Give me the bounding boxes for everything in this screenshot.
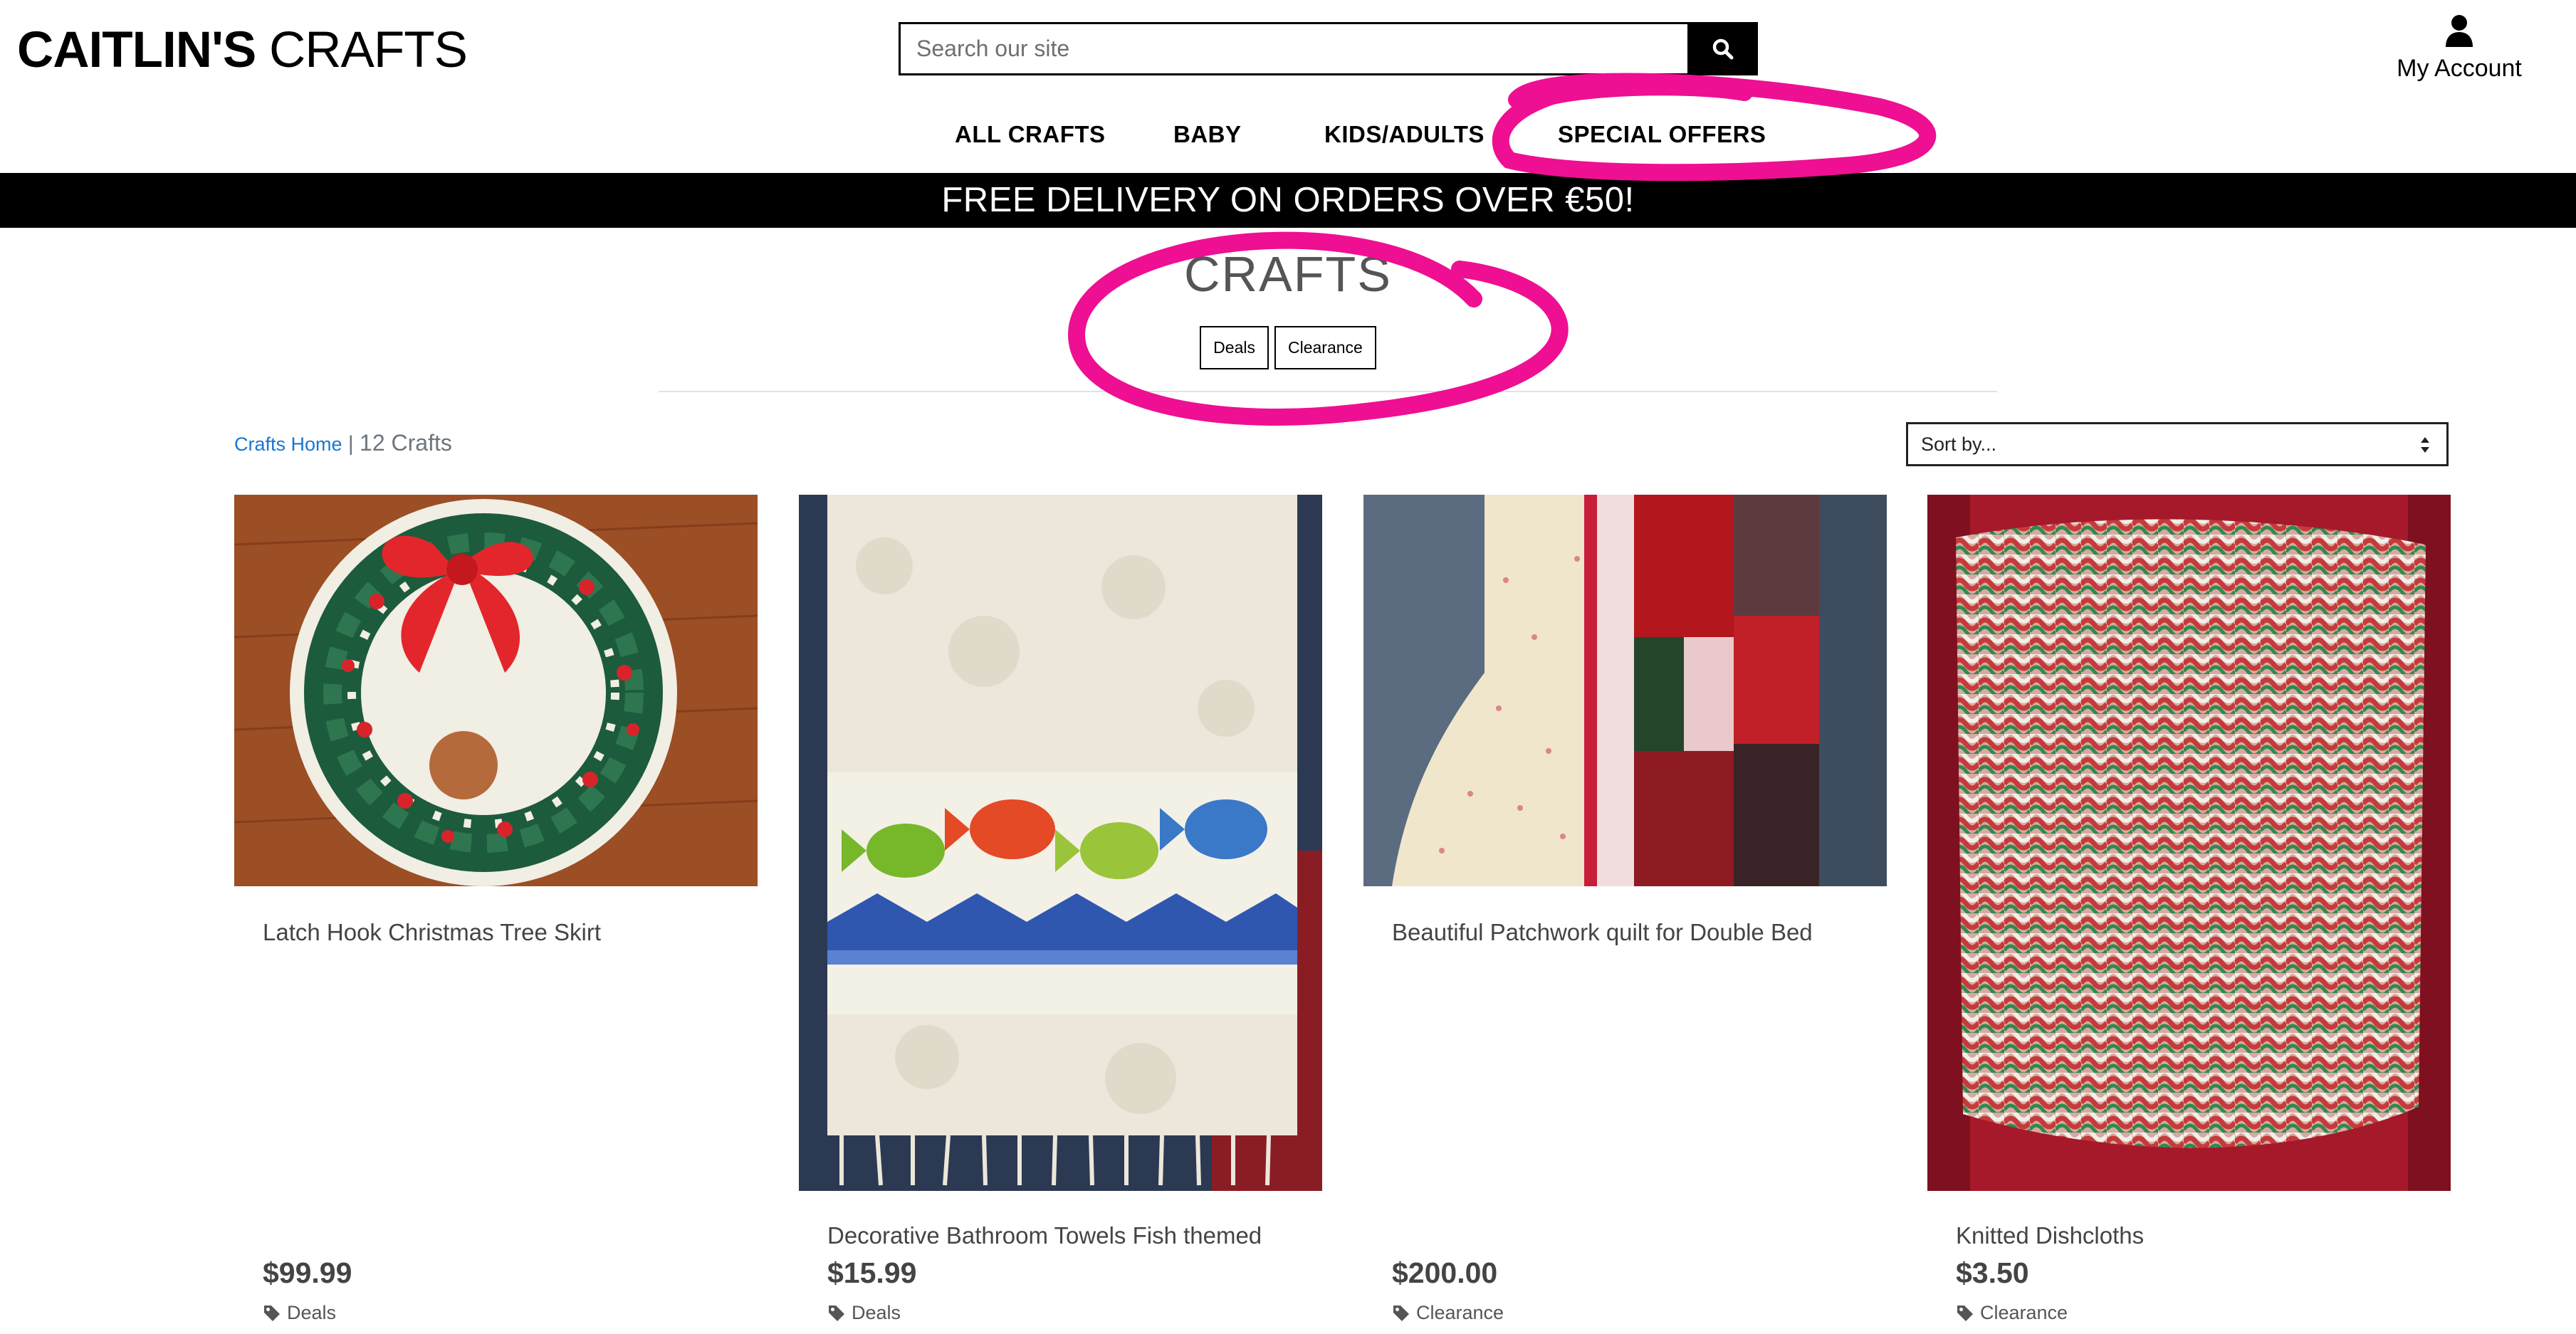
tag-icon: [829, 1305, 844, 1321]
search-button[interactable]: [1687, 22, 1758, 75]
product-card[interactable]: Decorative Bathroom Towels Fish themed $…: [799, 495, 1322, 1334]
sort-select[interactable]: Sort by...: [1906, 422, 2449, 466]
tag-icon: [1957, 1305, 1973, 1321]
nav-kids-adults[interactable]: KIDS/ADULTS: [1324, 117, 1485, 152]
logo-bold-text: CAITLIN'S: [17, 22, 256, 78]
product-image[interactable]: [1363, 495, 1887, 886]
product-tag[interactable]: Clearance: [1956, 1302, 2068, 1324]
product-image[interactable]: [234, 495, 758, 886]
product-tag[interactable]: Clearance: [1392, 1302, 1504, 1324]
product-card[interactable]: Beautiful Patchwork quilt for Double Bed…: [1363, 495, 1887, 1334]
product-tag-label: Clearance: [1416, 1302, 1504, 1323]
search-input[interactable]: [899, 22, 1687, 75]
free-delivery-banner: FREE DELIVERY ON ORDERS OVER €50!: [0, 173, 2576, 228]
product-tag-label: Deals: [287, 1302, 337, 1323]
main-nav: ALL CRAFTS BABY KIDS/ADULTS SPECIAL OFFE…: [0, 117, 2576, 154]
product-name[interactable]: Beautiful Patchwork quilt for Double Bed: [1392, 919, 1813, 946]
crafts-home-link[interactable]: Crafts Home: [234, 434, 342, 455]
tag-icon: [1393, 1305, 1409, 1321]
search-form: [899, 22, 1758, 75]
product-price: $15.99: [827, 1256, 917, 1289]
nav-all-crafts[interactable]: ALL CRAFTS: [955, 117, 1106, 152]
product-tag[interactable]: Deals: [263, 1302, 336, 1324]
product-price: $3.50: [1956, 1256, 2029, 1289]
product-card[interactable]: Knitted Dishcloths $3.50 Clearance: [1927, 495, 2451, 1334]
filter-clearance-button[interactable]: Clearance: [1274, 326, 1376, 369]
product-price: $99.99: [263, 1256, 352, 1289]
user-icon: [2446, 15, 2473, 47]
my-account-link[interactable]: My Account: [2364, 14, 2555, 83]
product-name[interactable]: Decorative Bathroom Towels Fish themed: [827, 1222, 1262, 1249]
search-icon: [1712, 38, 1733, 59]
my-account-label: My Account: [2397, 55, 2522, 82]
section-divider: [659, 391, 1997, 392]
page-title: CRAFTS: [1184, 246, 1392, 302]
product-image[interactable]: [799, 495, 1322, 1191]
logo-light-text: CRAFTS: [269, 22, 468, 78]
sort-selected-value: Sort by...: [1921, 434, 1997, 455]
product-name[interactable]: Knitted Dishcloths: [1956, 1222, 2144, 1249]
product-name[interactable]: Latch Hook Christmas Tree Skirt: [263, 919, 601, 946]
filter-buttons: Deals Clearance: [0, 326, 2576, 369]
product-tag-label: Deals: [852, 1302, 901, 1323]
product-count: 12 Crafts: [360, 430, 452, 456]
product-tag[interactable]: Deals: [827, 1302, 901, 1324]
product-image[interactable]: [1927, 495, 2451, 1191]
nav-baby[interactable]: BABY: [1173, 117, 1242, 152]
breadcrumb: Crafts Home | 12 Crafts: [234, 430, 452, 456]
site-logo[interactable]: CAITLIN'S CRAFTS: [17, 19, 468, 83]
sort-caret-icon: [2421, 437, 2429, 453]
product-card[interactable]: Latch Hook Christmas Tree Skirt $99.99 D…: [234, 495, 758, 1334]
product-price: $200.00: [1392, 1256, 1498, 1289]
product-tag-label: Clearance: [1980, 1302, 2068, 1323]
tag-icon: [264, 1305, 280, 1321]
nav-special-offers[interactable]: SPECIAL OFFERS: [1558, 117, 1766, 152]
filter-deals-button[interactable]: Deals: [1200, 326, 1269, 369]
breadcrumb-separator: |: [342, 432, 360, 456]
